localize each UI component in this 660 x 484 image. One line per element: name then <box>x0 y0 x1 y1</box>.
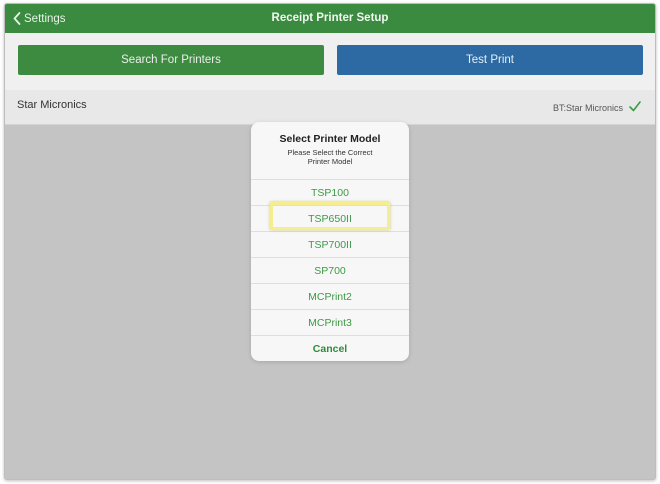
app-window: Settings Receipt Printer Setup Search Fo… <box>4 3 656 480</box>
option-mcprint2[interactable]: MCPrint2 <box>251 283 409 309</box>
option-mcprint3[interactable]: MCPrint3 <box>251 309 409 335</box>
option-sp700[interactable]: SP700 <box>251 257 409 283</box>
dialog-title: Select Printer Model <box>279 133 381 145</box>
printer-name: Star Micronics <box>17 99 87 111</box>
option-tsp100[interactable]: TSP100 <box>251 179 409 205</box>
checkmark-icon <box>629 101 641 112</box>
test-print-button[interactable]: Test Print <box>337 45 643 75</box>
option-tsp650ii[interactable]: TSP650II <box>251 205 409 231</box>
dialog-message: Please Select the Correct Printer Model <box>287 148 373 166</box>
search-printers-button[interactable]: Search For Printers <box>18 45 324 75</box>
option-tsp700ii[interactable]: TSP700II <box>251 231 409 257</box>
printer-connection: BT:Star Micronics <box>552 103 623 113</box>
page-title: Receipt Printer Setup <box>271 12 389 24</box>
select-printer-dialog: Select Printer Model Please Select the C… <box>251 122 409 361</box>
cancel-button[interactable]: Cancel <box>251 335 409 361</box>
toolbar: Search For Printers Test Print <box>5 33 655 90</box>
navigation-bar: Settings Receipt Printer Setup <box>5 4 655 33</box>
printer-row[interactable]: Star Micronics BT:Star Micronics <box>5 90 655 125</box>
